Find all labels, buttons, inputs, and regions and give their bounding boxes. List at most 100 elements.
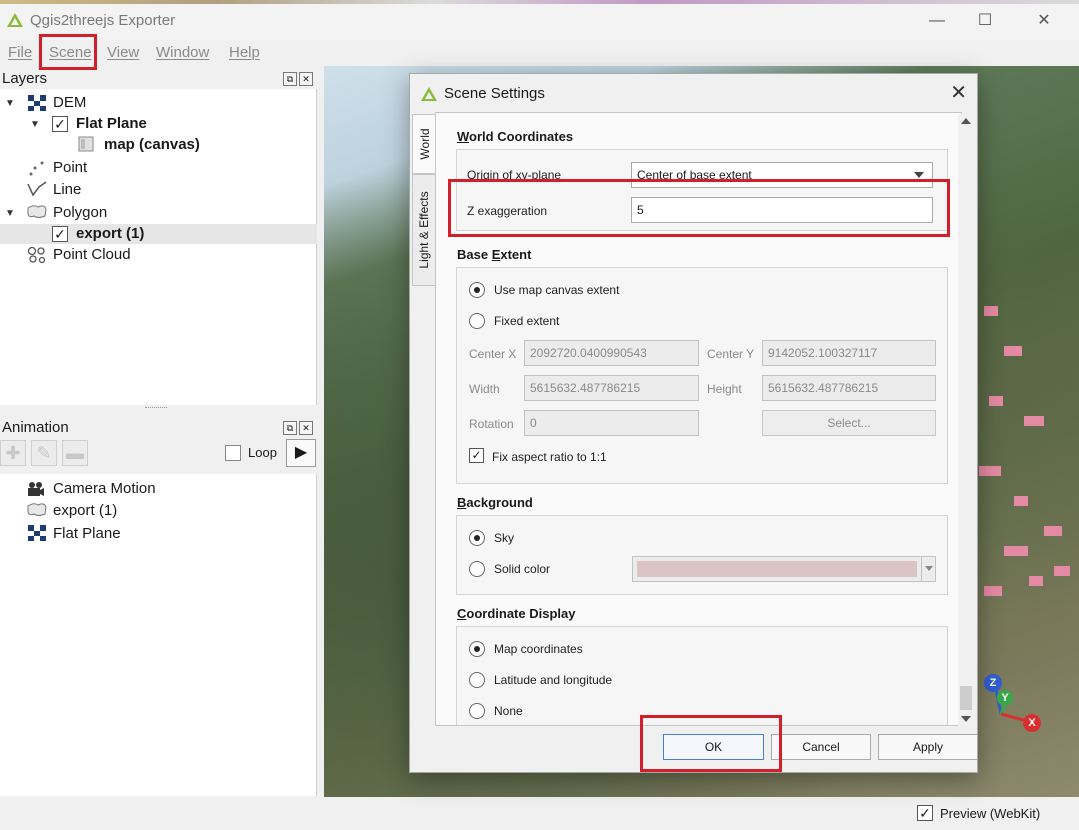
section-coordinate-display: Coordinate Display (457, 606, 576, 621)
origin-label: Origin of xy-plane (467, 168, 562, 182)
layer-line[interactable]: Line (53, 180, 81, 200)
export-checkbox[interactable]: ✓ (52, 226, 68, 242)
layer-flat-plane[interactable]: Flat Plane (76, 114, 147, 134)
radio-solid-color[interactable] (469, 561, 485, 577)
animation-tree: Camera Motion export (1) Flat Plane (0, 474, 317, 796)
group-background: Sky Solid color (456, 515, 948, 595)
center-x-input[interactable]: 2092720.0400990543 (524, 340, 699, 366)
expand-arrow-icon[interactable]: ▼ (30, 119, 40, 130)
close-button[interactable]: ✕ (1021, 8, 1067, 34)
animation-item-camera-motion[interactable]: Camera Motion (53, 479, 156, 499)
layer-map-canvas[interactable]: map (canvas) (104, 135, 200, 155)
apply-button[interactable]: Apply (878, 734, 978, 760)
layers-panel-buttons: ⧉ ✕ (281, 70, 315, 86)
remove-keyframe-button[interactable]: ▬ (62, 440, 88, 466)
color-dropdown-button[interactable] (921, 556, 936, 582)
color-picker-button[interactable] (632, 556, 922, 582)
radio-none[interactable] (469, 703, 485, 719)
preview-label: Preview (WebKit) (940, 806, 1041, 821)
rotation-input[interactable]: 0 (524, 410, 699, 436)
z-exaggeration-label: Z exaggeration (467, 204, 548, 218)
settings-scrollbar[interactable] (958, 114, 974, 726)
building-shape (979, 466, 1001, 476)
add-keyframe-button[interactable]: ✚ (0, 440, 26, 466)
width-input[interactable]: 5615632.487786215 (524, 375, 699, 401)
sky-label: Sky (494, 531, 515, 545)
height-label: Height (707, 382, 742, 396)
radio-latitude-longitude[interactable] (469, 672, 485, 688)
menu-view[interactable]: View (107, 44, 139, 61)
selected-row-highlight (0, 224, 317, 244)
chevron-down-icon (914, 172, 924, 178)
point-cloud-icon (27, 246, 46, 264)
height-input[interactable]: 5615632.487786215 (762, 375, 936, 401)
none-label: None (494, 704, 523, 718)
expand-arrow-icon[interactable]: ▼ (5, 98, 15, 109)
float-panel-icon[interactable]: ⧉ (283, 421, 297, 435)
layer-polygon[interactable]: Polygon (53, 203, 107, 223)
polygon-layer-icon (27, 503, 47, 516)
layer-point-cloud[interactable]: Point Cloud (53, 245, 131, 265)
building-shape (1044, 526, 1062, 536)
layer-dem[interactable]: DEM (53, 93, 86, 113)
menu-help[interactable]: Help (229, 44, 260, 61)
origin-combobox[interactable]: Center of base extent (631, 162, 933, 188)
splitter-handle[interactable] (145, 407, 167, 410)
ok-button[interactable]: OK (663, 734, 764, 760)
tab-light-effects[interactable]: Light & Effects (412, 174, 436, 286)
cancel-button[interactable]: Cancel (771, 734, 871, 760)
scroll-up-icon[interactable] (961, 118, 971, 124)
building-shape (1024, 416, 1044, 426)
radio-map-coordinates[interactable] (469, 641, 485, 657)
dialog-close-icon[interactable]: ✕ (950, 80, 967, 105)
center-y-label: Center Y (707, 347, 755, 361)
menu-file[interactable]: File (8, 44, 32, 61)
center-x-label: Center X (469, 347, 517, 361)
radio-sky[interactable] (469, 530, 485, 546)
menu-bar: File Scene View Window Help (0, 40, 1079, 66)
expand-arrow-icon[interactable]: ▼ (5, 208, 15, 219)
fixed-extent-label: Fixed extent (494, 314, 560, 328)
center-y-input[interactable]: 9142052.100327117 (762, 340, 936, 366)
minimize-button[interactable]: — (914, 8, 960, 34)
camera-icon (28, 482, 44, 496)
maximize-button[interactable]: ☐ (962, 8, 1008, 34)
flat-plane-checkbox[interactable]: ✓ (52, 116, 68, 132)
z-exaggeration-input[interactable]: 5 (631, 197, 933, 223)
window-titlebar: Qgis2threejs Exporter — ☐ ✕ (0, 0, 1079, 40)
section-base-extent: Base Extent (457, 247, 532, 262)
building-shape (989, 396, 1003, 406)
scene-settings-dialog: Scene Settings ✕ World Light & Effects W… (409, 73, 978, 773)
select-extent-button[interactable]: Select... (762, 410, 936, 436)
layer-export[interactable]: export (1) (76, 224, 144, 244)
radio-fixed-extent[interactable] (469, 313, 485, 329)
scroll-down-icon[interactable] (961, 716, 971, 722)
map-canvas-icon (78, 136, 94, 152)
width-label: Width (469, 382, 500, 396)
radio-use-map-canvas-extent[interactable] (469, 282, 485, 298)
layer-point[interactable]: Point (53, 158, 87, 178)
edit-keyframe-button[interactable]: ✎ (31, 440, 57, 466)
animation-item-export[interactable]: export (1) (53, 501, 117, 521)
float-panel-icon[interactable]: ⧉ (283, 72, 297, 86)
fix-aspect-checkbox[interactable]: ✓ (469, 448, 484, 463)
animation-item-flat-plane[interactable]: Flat Plane (53, 524, 121, 544)
menu-scene[interactable]: Scene (49, 44, 92, 61)
group-base-extent: Use map canvas extent Fixed extent Cente… (456, 267, 948, 484)
qgis2threejs-logo-icon (7, 13, 23, 27)
rotation-label: Rotation (469, 417, 514, 431)
map-coordinates-label: Map coordinates (494, 642, 583, 656)
tab-world[interactable]: World (412, 114, 436, 174)
play-button[interactable]: ▶ (286, 439, 316, 467)
menu-window[interactable]: Window (156, 44, 209, 61)
close-panel-icon[interactable]: ✕ (299, 72, 313, 86)
loop-checkbox[interactable] (225, 445, 241, 461)
close-panel-icon[interactable]: ✕ (299, 421, 313, 435)
preview-checkbox[interactable]: ✓ (917, 805, 933, 821)
scrollbar-thumb[interactable] (960, 686, 972, 710)
layers-tree: ▼ DEM ▼ ✓ Flat Plane map (canvas) Point … (0, 89, 317, 405)
building-shape (1004, 346, 1022, 356)
axis-y-label: Y (997, 690, 1013, 706)
building-shape (1014, 496, 1028, 506)
background-strip (0, 0, 1079, 4)
